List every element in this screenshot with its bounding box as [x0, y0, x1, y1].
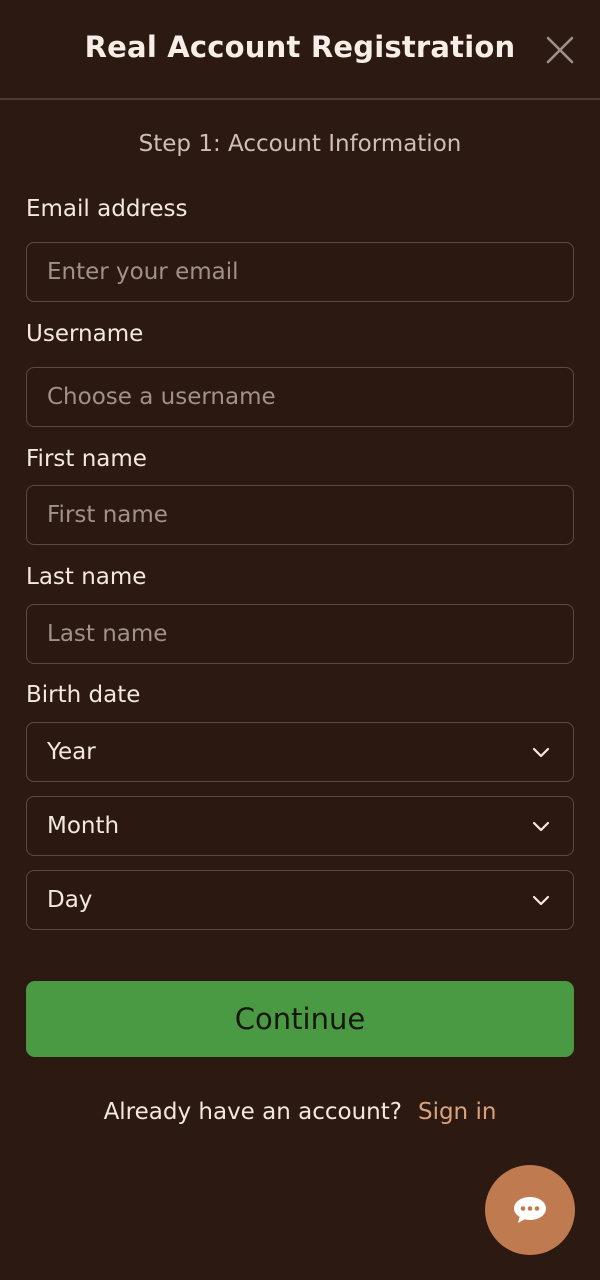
page-title: Real Account Registration: [84, 30, 516, 64]
first-name-field-wrapper: [26, 485, 574, 545]
last-name-field-wrapper: [26, 604, 574, 664]
day-select[interactable]: Day: [26, 870, 574, 930]
email-label: Email address: [26, 196, 188, 222]
email-field[interactable]: [27, 243, 573, 301]
month-select-value: Month: [47, 813, 120, 839]
signin-prompt-text: Already have an account?: [103, 1099, 402, 1125]
continue-button[interactable]: Continue: [26, 981, 574, 1057]
year-select[interactable]: Year: [26, 722, 574, 782]
first-name-label: First name: [26, 446, 147, 472]
birth-date-label: Birth date: [26, 682, 141, 708]
day-select-value: Day: [47, 887, 93, 913]
signin-link[interactable]: Sign in: [418, 1099, 496, 1125]
chat-button[interactable]: [485, 1165, 575, 1255]
modal-header: Real Account Registration: [0, 0, 600, 100]
month-select[interactable]: Month: [26, 796, 574, 856]
chevron-down-icon: [532, 895, 550, 906]
chevron-down-icon: [532, 747, 550, 758]
close-button[interactable]: [544, 34, 576, 66]
year-select-value: Year: [47, 739, 96, 765]
signin-prompt: Already have an account? Sign in: [0, 1099, 600, 1125]
chevron-down-icon: [532, 821, 550, 832]
username-label: Username: [26, 321, 144, 347]
last-name-label: Last name: [26, 564, 147, 590]
email-field-wrapper: [26, 242, 574, 302]
username-field-wrapper: [26, 367, 574, 427]
close-icon: [546, 36, 574, 64]
chat-bubble-icon: [514, 1197, 546, 1223]
last-name-field[interactable]: [27, 605, 573, 663]
step-indicator: Step 1: Account Information: [138, 131, 462, 157]
username-field[interactable]: [27, 368, 573, 426]
first-name-field[interactable]: [27, 486, 573, 544]
